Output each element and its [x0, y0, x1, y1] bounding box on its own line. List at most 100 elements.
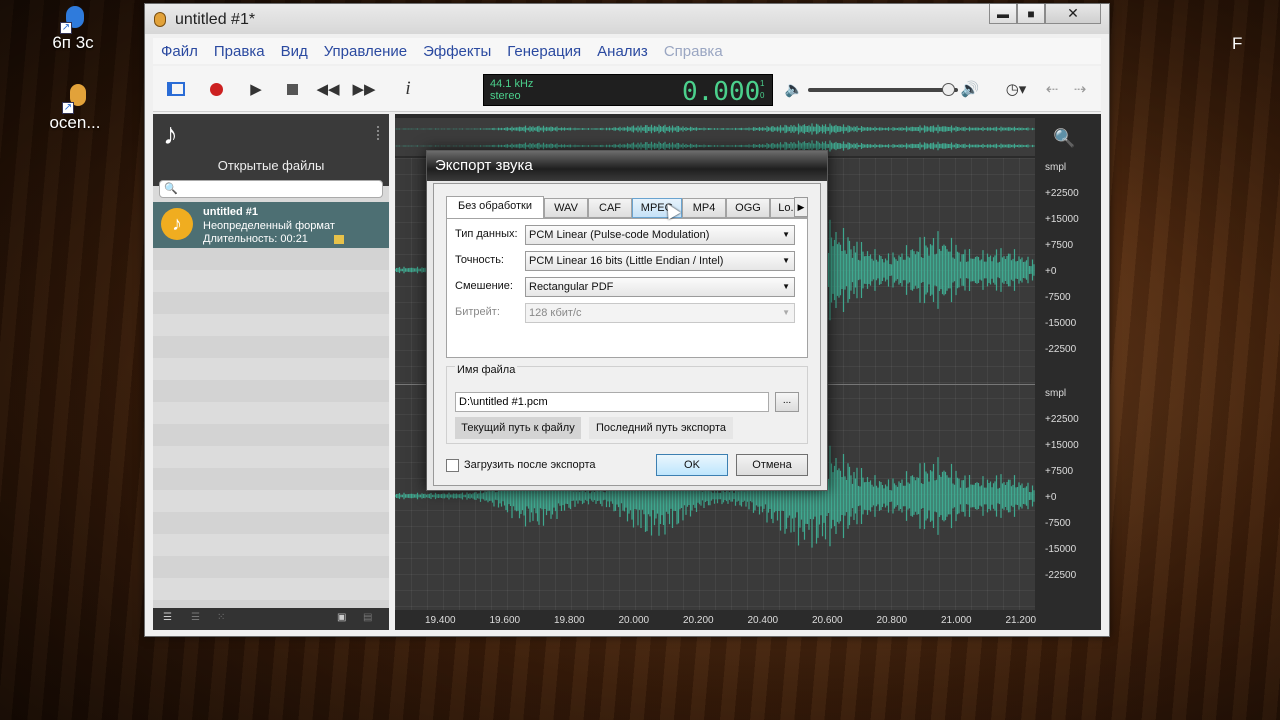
play-button[interactable]: ▶: [245, 78, 267, 100]
shortcut-icon: ↗: [56, 4, 90, 34]
image-icon[interactable]: ▣: [337, 612, 346, 623]
file-duration: Длительность: 00:21: [203, 233, 308, 245]
speaker-icon: 🔈: [784, 81, 804, 98]
fast-forward-icon: ▶▶: [352, 81, 376, 98]
ruler-tick-label: 20.000: [618, 615, 650, 626]
scale-label: +7500: [1045, 466, 1074, 477]
tab-wav[interactable]: WAV: [544, 198, 588, 218]
tab-scroll-button[interactable]: ▶: [794, 197, 808, 217]
menu-file[interactable]: Файл: [153, 43, 206, 60]
volume-slider-knob[interactable]: [941, 83, 955, 96]
scale-label: -15000: [1045, 318, 1077, 329]
window-title: untitled #1*: [175, 11, 256, 28]
dropdown-arrow-icon: ▼: [782, 230, 790, 239]
mute-button[interactable]: 🔈: [783, 78, 805, 100]
info-button[interactable]: i: [397, 78, 419, 100]
scale-label: smpl: [1045, 162, 1067, 173]
title-bar[interactable]: untitled #1* ▬ ■ ✕: [145, 4, 1109, 34]
record-button[interactable]: [205, 78, 227, 100]
panel-grip[interactable]: [377, 126, 381, 140]
cancel-button[interactable]: Отмена: [736, 454, 808, 476]
time-ruler[interactable]: 19.400 19.600 19.800 20.000 20.200 20.400 20.6…: [395, 612, 1101, 630]
file-format: Неопределенный формат: [203, 220, 335, 232]
ruler-tick-label: 21.200: [1005, 615, 1037, 626]
sidebar-toggle-button[interactable]: [165, 78, 187, 100]
browse-button[interactable]: ...: [775, 392, 799, 412]
volume-max-icon: 🔊: [960, 81, 980, 98]
menu-view[interactable]: Вид: [273, 43, 316, 60]
desktop-shortcut-ocen[interactable]: ↗ ocen...: [40, 84, 110, 132]
precision-select[interactable]: PCM Linear 16 bits (Little Endian / Inte…: [525, 251, 795, 271]
clock-dropdown[interactable]: ◷▾: [999, 78, 1033, 100]
forward-arrow-button[interactable]: ⇢: [1069, 78, 1091, 100]
dropdown-arrow-icon: ▼: [782, 282, 790, 291]
audio-file-icon: ♪: [161, 208, 193, 240]
desktop-shortcut-6p3s[interactable]: ↗ 6п 3с: [38, 4, 108, 52]
menu-effects[interactable]: Эффекты: [415, 43, 499, 60]
tab-caf[interactable]: CAF: [588, 198, 632, 218]
scale-label: +0: [1045, 266, 1057, 277]
rewind-button[interactable]: ◀◀: [316, 78, 340, 100]
grid-view-icon[interactable]: ⁙: [217, 612, 225, 623]
data-type-select[interactable]: PCM Linear (Pulse-code Modulation) ▼: [525, 225, 795, 245]
scale-label: +0: [1045, 492, 1057, 503]
tab-raw[interactable]: Без обработки: [446, 196, 544, 219]
rewind-icon: ◀◀: [316, 81, 340, 98]
fast-forward-button[interactable]: ▶▶: [352, 78, 376, 100]
file-badge-icon: [334, 235, 344, 244]
filename-input[interactable]: D:\untitled #1.pcm: [455, 392, 769, 412]
close-button[interactable]: ✕: [1045, 4, 1101, 24]
file-name: untitled #1: [203, 206, 259, 218]
filename-group-label: Имя файла: [455, 364, 518, 376]
volume-slider[interactable]: [808, 83, 958, 96]
app-icon: [154, 12, 166, 27]
dialog-title-bar[interactable]: Экспорт звука: [427, 151, 827, 181]
ruler-tick-label: 19.800: [554, 615, 585, 626]
stop-button[interactable]: [281, 78, 303, 100]
file-list-empty-area: [153, 248, 389, 608]
current-path-button[interactable]: Текущий путь к файлу: [455, 417, 581, 439]
menu-bar: Файл Правка Вид Управление Эффекты Генер…: [153, 38, 1101, 64]
tab-ogg[interactable]: OGG: [726, 198, 770, 218]
shortcut-icon: ↗: [58, 84, 92, 114]
menu-help[interactable]: Справка: [656, 43, 731, 60]
scale-label: -7500: [1045, 292, 1071, 303]
tab-mp4[interactable]: MP4: [682, 198, 726, 218]
precision-label: Точность:: [455, 254, 504, 266]
waveform-channel: [394, 123, 1035, 135]
ok-button[interactable]: OK: [656, 454, 728, 476]
ruler-tick-label: 20.200: [683, 615, 714, 626]
scale-label: +15000: [1045, 214, 1079, 225]
compact-view-icon[interactable]: ☰: [191, 612, 200, 623]
minimize-button[interactable]: ▬: [989, 4, 1017, 24]
format-tabs: Без обработки WAV CAF MPEG MP4 OGG Lo...…: [446, 196, 812, 219]
checkbox-box[interactable]: [446, 459, 459, 472]
ruler-tick-label: 19.400: [425, 615, 456, 626]
files-search-input[interactable]: 🔍: [159, 180, 383, 198]
scale-label: -22500: [1045, 344, 1077, 355]
scale-label: -22500: [1045, 570, 1077, 581]
sample-rate: 44.1 kHz stereo: [490, 78, 533, 102]
menu-analysis[interactable]: Анализ: [589, 43, 656, 60]
file-list-item[interactable]: ♪ untitled #1 Неопределенный формат Длит…: [153, 202, 389, 248]
bitrate-label: Битрейт:: [455, 306, 500, 318]
desktop-shortcut-label: ocen...: [49, 113, 101, 132]
data-type-label: Тип данных:: [455, 228, 518, 240]
dither-select[interactable]: Rectangular PDF ▼: [525, 277, 795, 297]
field-precision: Точность: PCM Linear 16 bits (Little End…: [455, 251, 807, 271]
last-path-button[interactable]: Последний путь экспорта: [589, 417, 733, 439]
menu-generate[interactable]: Генерация: [499, 43, 589, 60]
back-arrow-button[interactable]: ⇠: [1041, 78, 1063, 100]
list-view-icon[interactable]: ☰: [163, 612, 172, 623]
menu-edit[interactable]: Правка: [206, 43, 273, 60]
ruler-tick-label: 21.000: [941, 615, 972, 626]
amplitude-scale: smpl +22500 +15000 +7500 +0 -7500 -15000 -22500…: [1039, 158, 1101, 610]
field-bitrate: Битрейт: 128 кбит/с ▼: [455, 303, 807, 323]
maximize-button[interactable]: ■: [1017, 4, 1045, 24]
panel-option-icon[interactable]: ▤: [363, 612, 372, 623]
zoom-icon[interactable]: 🔍: [1053, 128, 1075, 149]
open-files-caption: Открытые файлы: [217, 158, 325, 173]
time-display: 44.1 kHz stereo 0.000 1 0: [483, 74, 773, 107]
menu-control[interactable]: Управление: [316, 43, 415, 60]
scale-label: smpl: [1045, 388, 1067, 399]
